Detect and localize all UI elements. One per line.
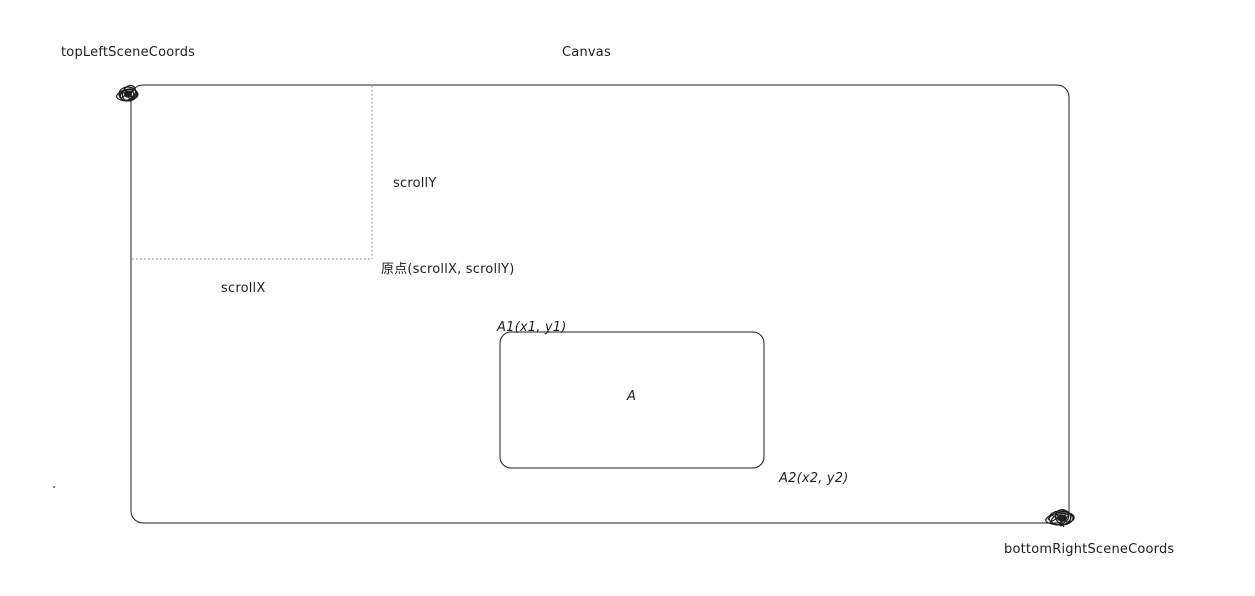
scroll-y-label: scrollY: [393, 176, 437, 191]
a2-label: A2(x2, y2): [779, 471, 849, 486]
stray-dot: [53, 486, 55, 488]
top-left-scene-coords-label: topLeftSceneCoords: [61, 45, 196, 60]
canvas-frame: [130, 84, 1070, 524]
element-a-label: A: [627, 389, 637, 404]
a1-label: A1(x1, y1): [497, 320, 567, 335]
canvas-title: Canvas: [562, 45, 611, 60]
diagram-canvas: [53, 84, 1075, 528]
scroll-x-label: scrollX: [221, 281, 266, 296]
top-left-marker: [116, 84, 139, 103]
origin-label: 原点(scrollX, scrollY): [381, 262, 515, 277]
bottom-right-marker: [1045, 509, 1075, 528]
bottom-right-scene-coords-label: bottomRightSceneCoords: [1004, 542, 1175, 557]
